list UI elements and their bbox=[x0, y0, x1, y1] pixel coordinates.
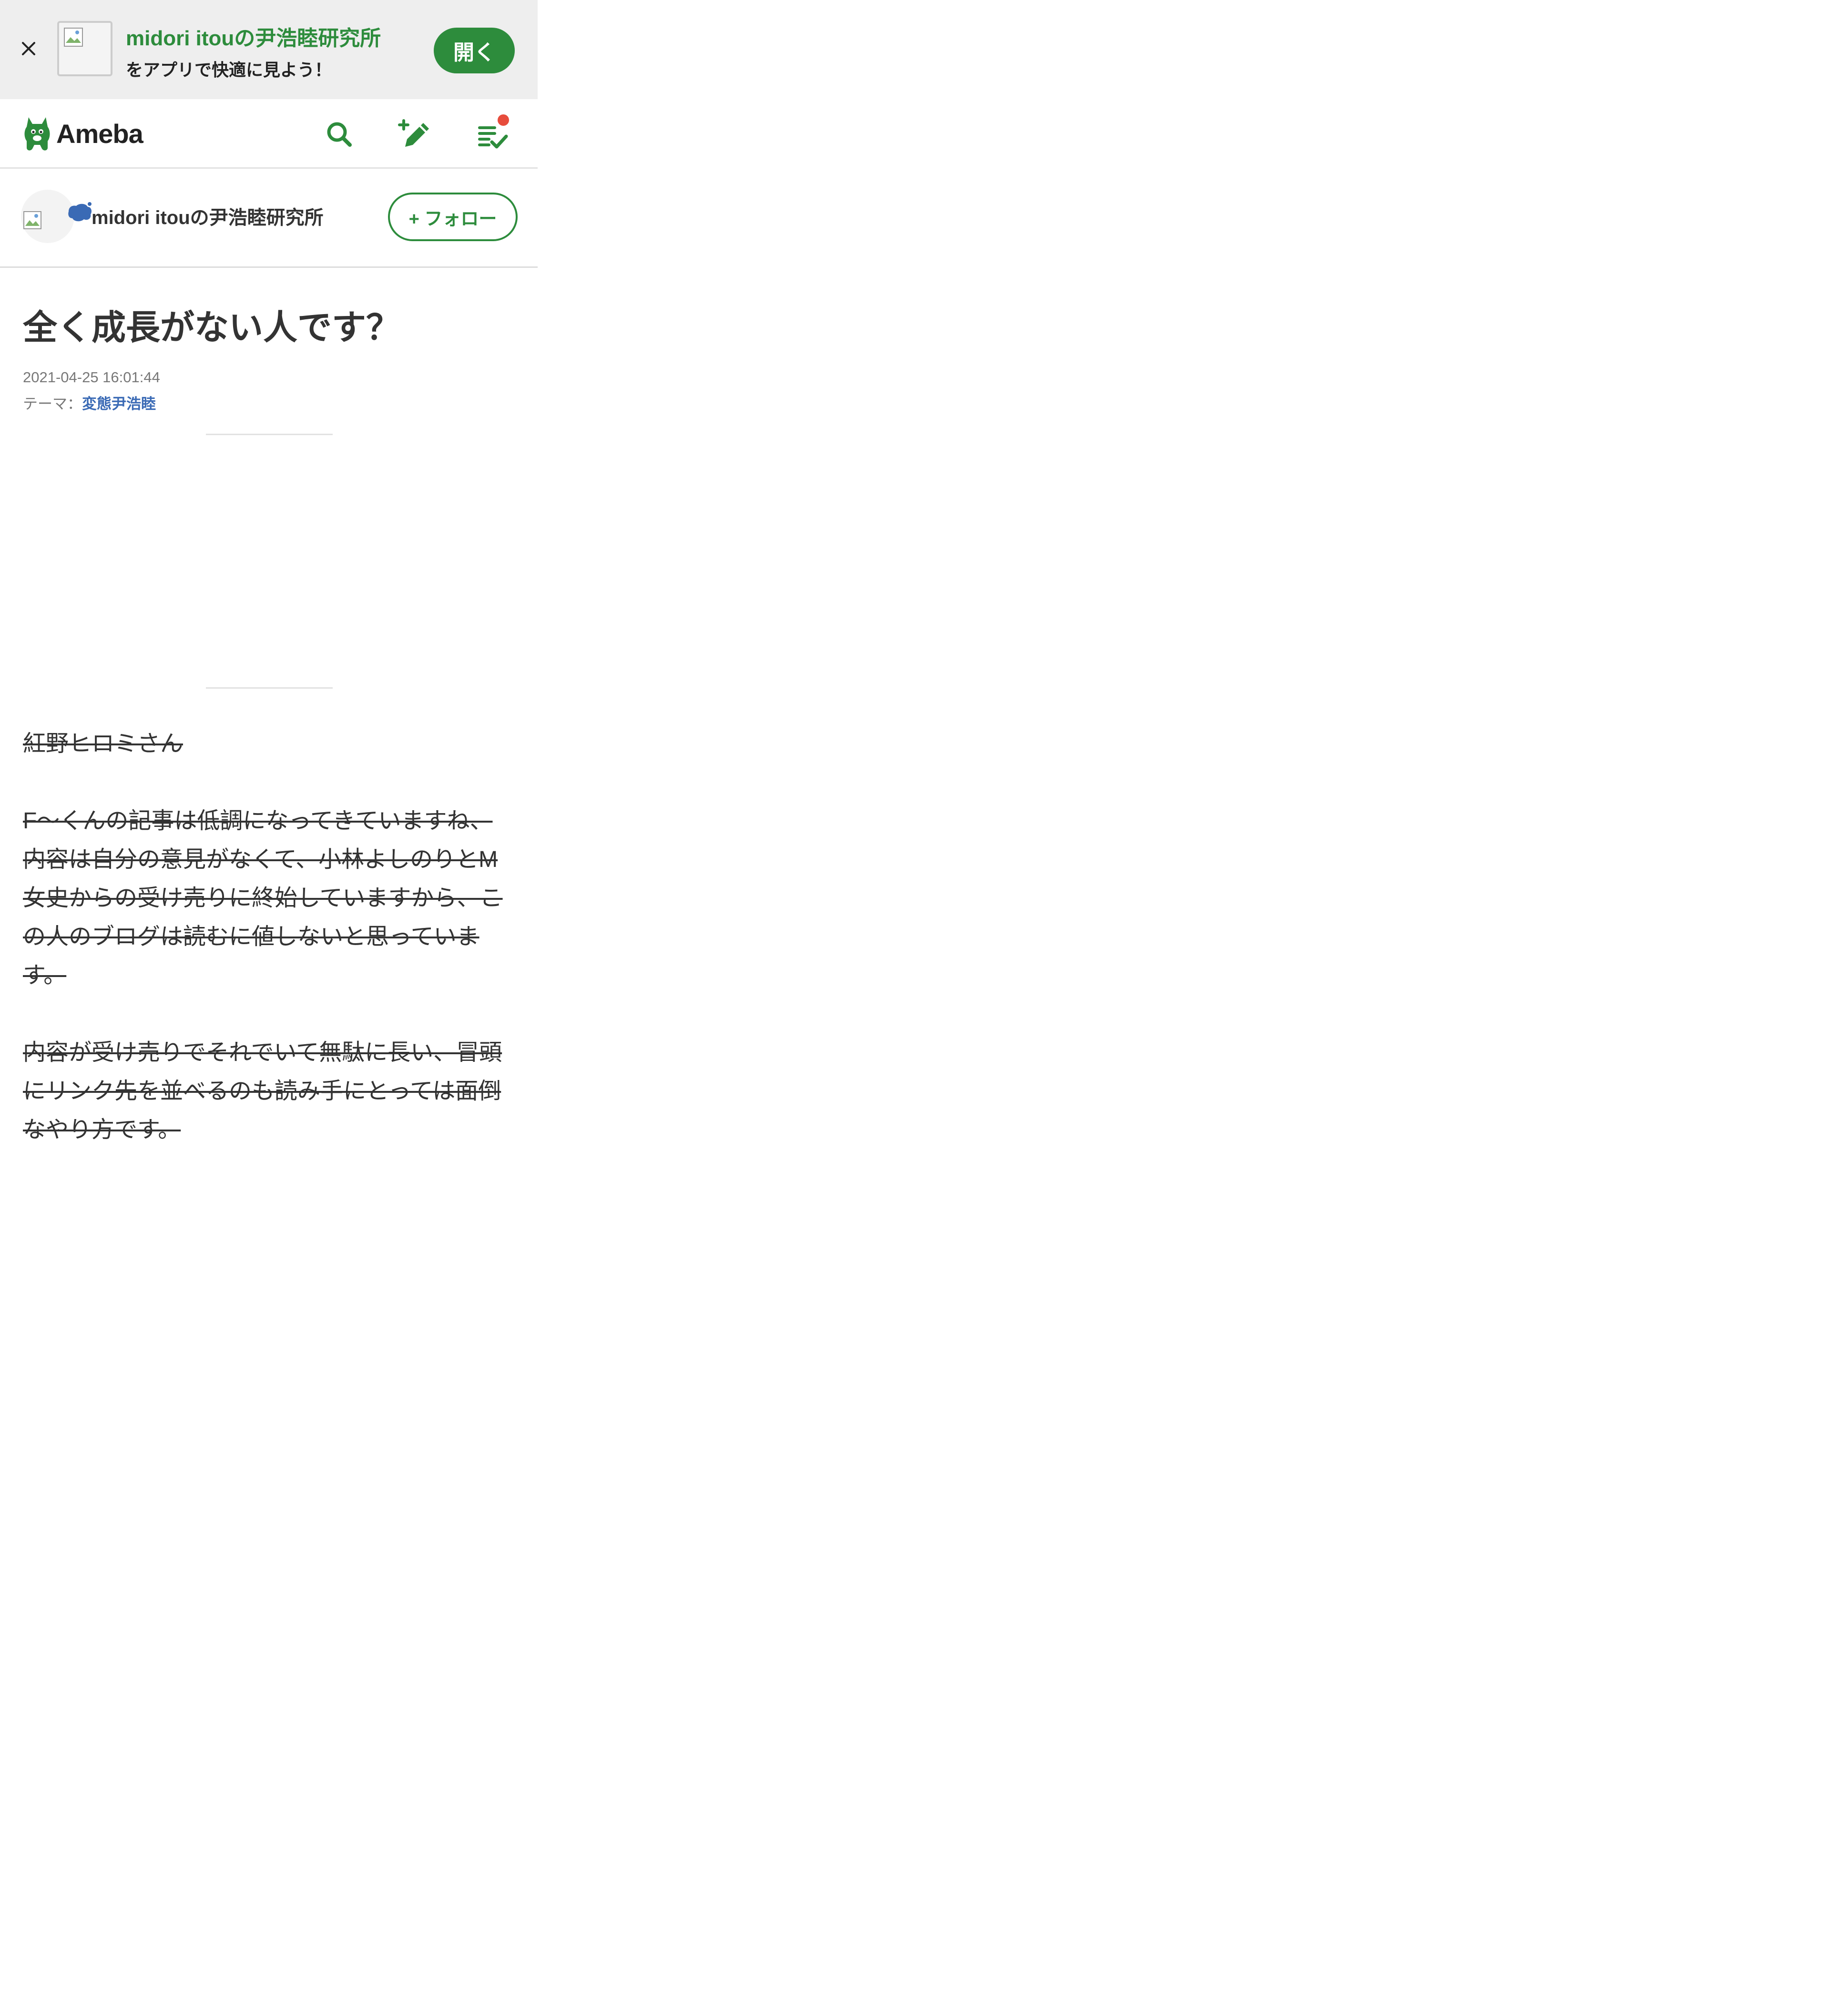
body-line: 内容が受け売りでそれでいて無駄に長い、冒頭 bbox=[23, 1040, 502, 1065]
body-line: にリンク先を並べるのも読み手にとっては面倒 bbox=[23, 1079, 501, 1104]
theme-label: テーマ： bbox=[23, 396, 82, 412]
follow-button[interactable]: + フォロー bbox=[388, 193, 518, 241]
official-badge-icon bbox=[68, 202, 92, 222]
body-paragraph: F～くんの記事は低調になってきていますね、 内容は自分の意見がなくて、小林よしの… bbox=[23, 802, 519, 995]
notification-dot bbox=[498, 114, 509, 126]
banner-title: midori itouの尹浩睦研究所 bbox=[126, 27, 381, 50]
body-line: の人のブログは読むに値しないと思っていま bbox=[23, 924, 479, 949]
banner-subtitle: をアプリで快適に見よう！ bbox=[126, 60, 332, 80]
broken-image-icon bbox=[23, 211, 41, 229]
body-line: 内容は自分の意見がなくて、小林よしのりとM bbox=[23, 847, 498, 872]
body-line: 女史からの受け売りに終始していますから、こ bbox=[23, 886, 503, 911]
ameba-logo[interactable]: Ameba bbox=[22, 114, 143, 153]
article-body: 紅野ヒロミさん F～くんの記事は低調になってきていますね、 内容は自分の意見がな… bbox=[23, 724, 519, 1149]
blog-info-bar: midori itouの尹浩睦研究所 + フォロー bbox=[0, 169, 538, 268]
body-line: す。 bbox=[23, 963, 67, 988]
ad-divider-top bbox=[206, 434, 333, 435]
body-paragraph: 紅野ヒロミさん bbox=[23, 724, 519, 763]
open-app-button[interactable]: 開く bbox=[434, 28, 515, 73]
article-date: 2021-04-25 16:01:44 bbox=[23, 369, 160, 386]
avatar[interactable] bbox=[21, 190, 92, 243]
site-header: Ameba bbox=[0, 99, 538, 169]
body-line: F～くんの記事は低調になってきていますね、 bbox=[23, 808, 493, 834]
body-paragraph: 内容が受け売りでそれでいて無駄に長い、冒頭 にリンク先を並べるのも読み手にとって… bbox=[23, 1033, 519, 1149]
broken-image-icon bbox=[64, 28, 83, 47]
app-install-banner: midori itouの尹浩睦研究所 をアプリで快適に見よう！ 開く bbox=[0, 0, 538, 99]
feed-check-icon[interactable] bbox=[476, 114, 510, 152]
logo-text: Ameba bbox=[56, 118, 143, 149]
ad-divider-bottom bbox=[206, 687, 333, 689]
body-line: なやり方です。 bbox=[23, 1117, 181, 1142]
search-icon[interactable] bbox=[322, 117, 357, 152]
write-post-icon[interactable] bbox=[396, 117, 430, 152]
article-theme: テーマ：変態尹浩睦 bbox=[23, 392, 156, 413]
article-title: 全く成長がない人です？ bbox=[23, 309, 401, 347]
theme-link[interactable]: 変態尹浩睦 bbox=[82, 396, 156, 412]
blog-name[interactable]: midori itouの尹浩睦研究所 bbox=[92, 202, 324, 230]
body-line: 紅野ヒロミさん bbox=[23, 731, 184, 756]
app-icon bbox=[57, 21, 112, 76]
ameba-mascot-icon bbox=[24, 117, 50, 151]
close-icon[interactable] bbox=[19, 39, 38, 58]
